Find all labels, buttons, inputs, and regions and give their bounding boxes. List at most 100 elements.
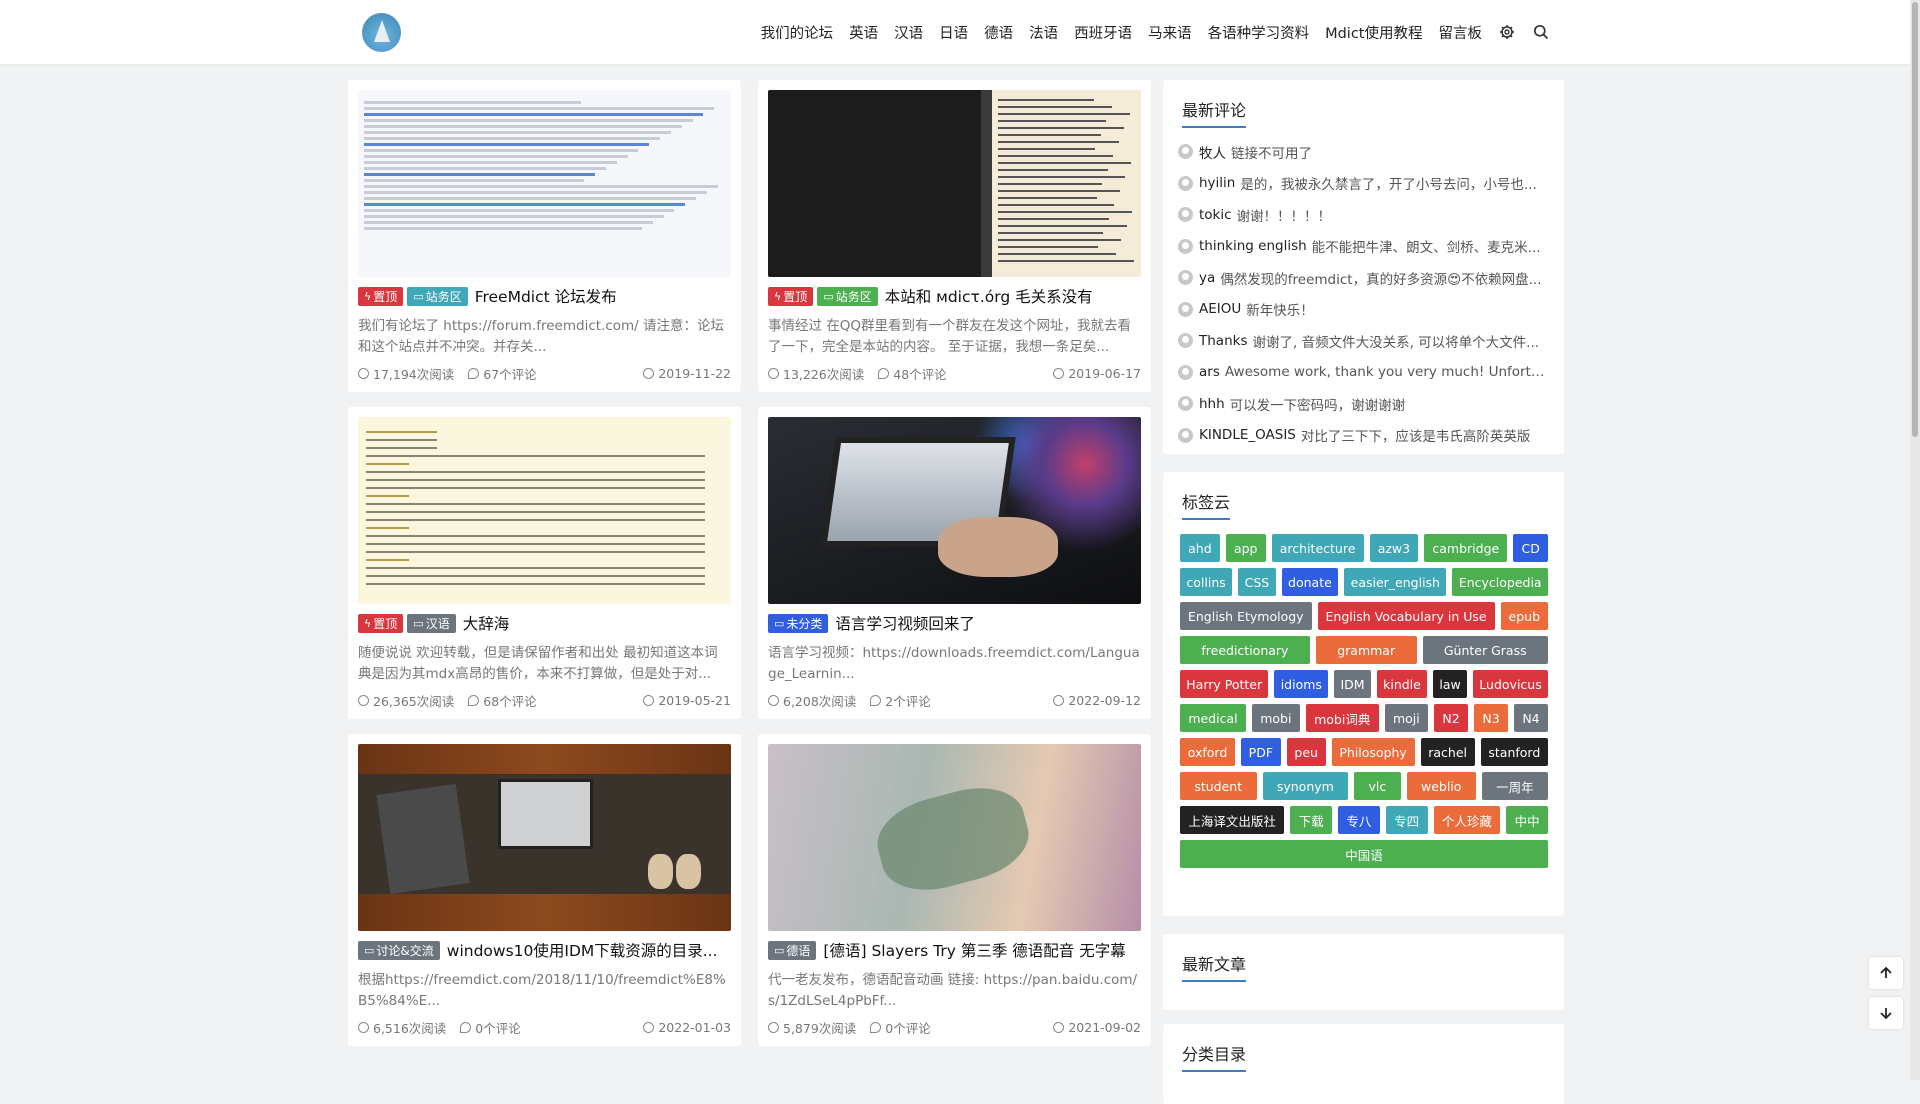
- comment-text[interactable]: 是的，我被永久禁言了，开了小号去问，小号也...: [1240, 173, 1536, 193]
- site-logo[interactable]: [362, 13, 401, 52]
- comment-text[interactable]: 新年快乐！: [1246, 299, 1314, 319]
- post-category-badge[interactable]: ▭ 未分类: [768, 613, 829, 633]
- post-title[interactable]: FreeMdict 论坛发布: [475, 285, 617, 307]
- comment-item[interactable]: tokic 谢谢！！！！！: [1178, 199, 1549, 231]
- tag-link[interactable]: azw3: [1369, 534, 1419, 562]
- comment-author[interactable]: 牧人: [1199, 142, 1226, 162]
- tag-link[interactable]: 上海译文出版社: [1180, 806, 1285, 834]
- tag-link[interactable]: 专八: [1338, 806, 1380, 834]
- tag-link[interactable]: medical: [1180, 704, 1246, 732]
- comment-item[interactable]: hyilin 是的，我被永久禁言了，开了小号去问，小号也...: [1178, 168, 1549, 200]
- tag-link[interactable]: cambridge: [1424, 534, 1508, 562]
- comment-author[interactable]: AEIOU: [1199, 301, 1241, 317]
- comment-author[interactable]: tokic: [1199, 207, 1232, 223]
- post-card[interactable]: ▭ 未分类 语言学习视频回来了 语言学习视频：https://downloads.f…: [758, 407, 1151, 719]
- nav-item[interactable]: 德语: [984, 22, 1013, 43]
- post-card[interactable]: ϟ 置顶 ▭ 站务区 FreeMdict 论坛发布 我们有论坛了 https://for…: [348, 80, 741, 392]
- comment-text[interactable]: 谢谢！！！！！: [1237, 205, 1332, 225]
- tag-link[interactable]: oxford: [1180, 738, 1235, 766]
- tag-link[interactable]: epub: [1500, 602, 1548, 630]
- comment-author[interactable]: hhh: [1199, 396, 1225, 412]
- comment-text[interactable]: 可以发一下密码吗，谢谢谢谢: [1230, 394, 1406, 414]
- comment-item[interactable]: Thanks 谢谢了, 音频文件大没关系, 可以将单个大文件...: [1178, 325, 1549, 357]
- tag-link[interactable]: weblio: [1406, 772, 1476, 800]
- tag-link[interactable]: Harry Potter: [1180, 670, 1269, 698]
- comment-text[interactable]: Awesome work, thank you very much! Unfor…: [1225, 364, 1549, 380]
- tag-link[interactable]: law: [1433, 670, 1468, 698]
- comment-author[interactable]: thinking english: [1199, 238, 1307, 254]
- tag-link[interactable]: peu: [1286, 738, 1326, 766]
- tag-link[interactable]: 中中: [1506, 806, 1548, 834]
- tag-link[interactable]: 下载: [1290, 806, 1332, 834]
- comment-author[interactable]: hyilin: [1199, 175, 1235, 191]
- tag-link[interactable]: moji: [1384, 704, 1429, 732]
- tag-link[interactable]: 个人珍藏: [1433, 806, 1501, 834]
- tag-link[interactable]: IDM: [1334, 670, 1371, 698]
- post-title[interactable]: 本站和 мdісτ.órg 毛关系没有: [885, 285, 1093, 307]
- post-thumbnail[interactable]: [358, 90, 731, 277]
- comments-count[interactable]: 67个评论: [468, 364, 537, 383]
- tag-link[interactable]: grammar: [1315, 636, 1417, 664]
- tag-link[interactable]: freedictionary: [1180, 636, 1310, 664]
- tag-link[interactable]: English Vocabulary in Use: [1317, 602, 1495, 630]
- nav-item[interactable]: 英语: [849, 22, 878, 43]
- comment-item[interactable]: 牧人 链接不可用了: [1178, 136, 1549, 168]
- tag-link[interactable]: CSS: [1238, 568, 1276, 596]
- tag-link[interactable]: Encyclopedia: [1452, 568, 1549, 596]
- tag-link[interactable]: collins: [1180, 568, 1233, 596]
- post-category-badge[interactable]: ▭ 汉语: [407, 613, 456, 633]
- comments-count[interactable]: 68个评论: [468, 691, 537, 710]
- comment-text[interactable]: 谢谢了, 音频文件大没关系, 可以将单个大文件...: [1252, 331, 1539, 351]
- post-category-badge[interactable]: ▭ 站务区: [817, 286, 878, 306]
- post-thumbnail[interactable]: [768, 744, 1141, 931]
- comment-item[interactable]: thinking english 能不能把牛津、朗文、剑桥、麦克米...: [1178, 231, 1549, 263]
- tag-link[interactable]: CD: [1513, 534, 1548, 562]
- nav-item[interactable]: 法语: [1029, 22, 1058, 43]
- post-thumbnail[interactable]: [358, 417, 731, 604]
- post-card[interactable]: ϟ 置顶 ▭ 汉语 大辞海 随便说说 欢迎转载，但是请保留作者和出处 最初知道这本词典是…: [348, 407, 741, 719]
- tag-link[interactable]: vlc: [1354, 772, 1401, 800]
- tag-link[interactable]: app: [1225, 534, 1266, 562]
- tag-link[interactable]: N4: [1514, 704, 1548, 732]
- post-category-badge[interactable]: ▭ 讨论&交流: [358, 940, 440, 960]
- scroll-top-button[interactable]: [1869, 957, 1903, 989]
- tag-link[interactable]: mobi: [1251, 704, 1300, 732]
- nav-item[interactable]: 我们的论坛: [761, 22, 834, 43]
- post-category-badge[interactable]: ϟ 置顶: [358, 286, 404, 306]
- tag-link[interactable]: mobi词典: [1305, 704, 1379, 732]
- tag-link[interactable]: synonym: [1262, 772, 1349, 800]
- nav-item[interactable]: 日语: [939, 22, 968, 43]
- tag-link[interactable]: stanford: [1480, 738, 1548, 766]
- nav-item[interactable]: 汉语: [894, 22, 923, 43]
- comment-author[interactable]: Thanks: [1199, 333, 1247, 349]
- comment-item[interactable]: AEIOU 新年快乐！: [1178, 294, 1549, 326]
- post-title[interactable]: 语言学习视频回来了: [835, 612, 975, 634]
- post-category-badge[interactable]: ϟ 置顶: [768, 286, 814, 306]
- page-scrollbar[interactable]: [1910, 0, 1920, 1080]
- post-title[interactable]: [德语] Slayers Try 第三季 德语配音 无字幕: [823, 939, 1125, 961]
- comment-author[interactable]: ya: [1199, 270, 1215, 286]
- comment-item[interactable]: ya 偶然发现的freemdict，真的好多资源😍不依赖网盘...: [1178, 262, 1549, 294]
- tag-link[interactable]: 一周年: [1481, 772, 1549, 800]
- nav-item[interactable]: Mdict使用教程: [1325, 22, 1422, 43]
- tag-link[interactable]: English Etymology: [1180, 602, 1312, 630]
- post-category-badge[interactable]: ϟ 置顶: [358, 613, 404, 633]
- comment-text[interactable]: 对比了三下下，应该是韦氏高阶英英版: [1301, 425, 1531, 445]
- search-icon[interactable]: [1532, 23, 1550, 41]
- tag-link[interactable]: architecture: [1271, 534, 1364, 562]
- scroll-bottom-button[interactable]: [1869, 997, 1903, 1029]
- comment-text[interactable]: 能不能把牛津、朗文、剑桥、麦克米...: [1312, 236, 1541, 256]
- tag-link[interactable]: PDF: [1240, 738, 1281, 766]
- comment-text[interactable]: 偶然发现的freemdict，真的好多资源😍不依赖网盘...: [1220, 268, 1541, 288]
- tag-link[interactable]: kindle: [1376, 670, 1428, 698]
- tag-link[interactable]: 中国语: [1180, 840, 1548, 868]
- comment-item[interactable]: ars Awesome work, thank you very much! Un…: [1178, 357, 1549, 389]
- nav-item[interactable]: 各语种学习资料: [1208, 22, 1310, 43]
- post-card[interactable]: ▭ 讨论&交流 windows10使用IDM下载资源的目录... 根据https:/…: [348, 734, 741, 1046]
- comment-author[interactable]: KINDLE_OASIS: [1199, 427, 1296, 443]
- post-card[interactable]: ϟ 置顶 ▭ 站务区 本站和 мdісτ.órg 毛关系没有 事情经过 在QQ群里看到有…: [758, 80, 1151, 392]
- tag-link[interactable]: ahd: [1180, 534, 1220, 562]
- tag-link[interactable]: idioms: [1274, 670, 1329, 698]
- comment-item[interactable]: hhh 可以发一下密码吗，谢谢谢谢: [1178, 388, 1549, 420]
- nav-item[interactable]: 留言板: [1439, 22, 1483, 43]
